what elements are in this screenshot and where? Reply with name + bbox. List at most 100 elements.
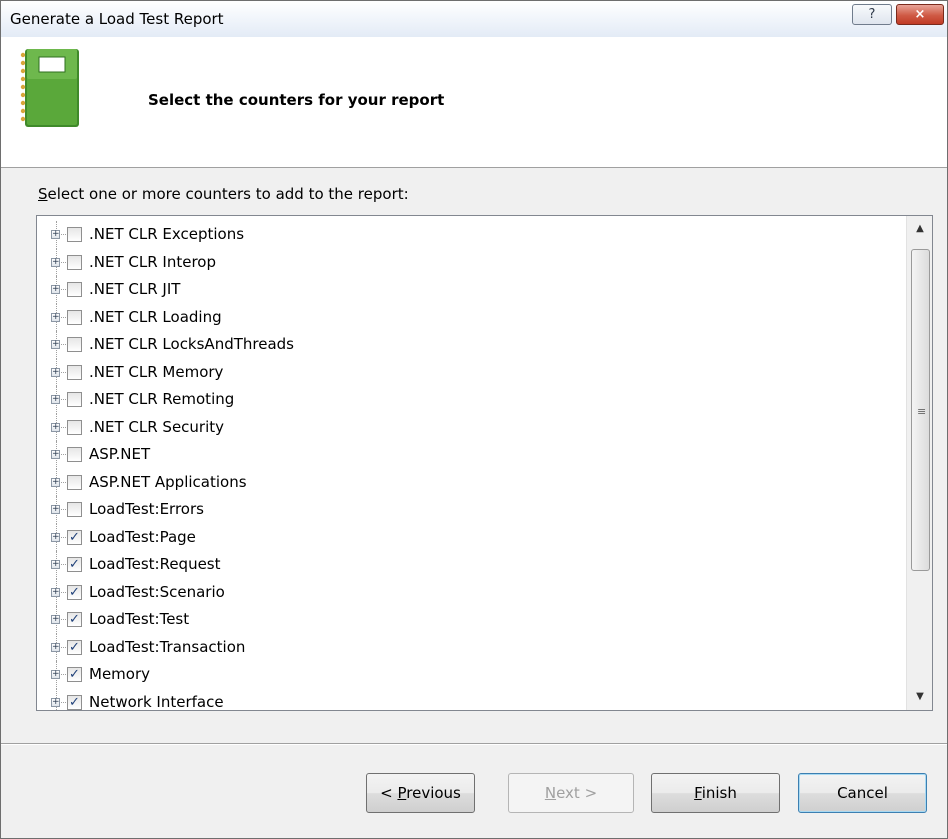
report-book-icon (20, 49, 79, 127)
expand-plus-icon[interactable]: + (51, 367, 60, 377)
expand-plus-icon[interactable]: + (51, 477, 60, 487)
tree-item-label: LoadTest:Request (89, 555, 221, 573)
finish-rest: inish (701, 784, 737, 802)
tree-item[interactable]: + .NET CLR Security (37, 413, 905, 441)
tree-item[interactable]: + .NET CLR Memory (37, 358, 905, 386)
prompt-access-key: S (38, 185, 48, 203)
tree-item[interactable]: + ✓ LoadTest:Request (37, 551, 905, 579)
counter-checkbox[interactable]: ✓ (67, 557, 82, 572)
window-title: Generate a Load Test Report (10, 10, 224, 28)
next-button[interactable]: Next > (508, 773, 634, 813)
previous-prefix: < (380, 784, 398, 802)
tree-item[interactable]: + ✓ Memory (37, 661, 905, 689)
previous-access-key: P (397, 784, 407, 802)
counter-checkbox[interactable] (67, 254, 82, 270)
tree-item-label: LoadTest:Test (89, 610, 190, 628)
expand-plus-icon[interactable]: + (51, 422, 60, 432)
prompt-text: elect one or more counters to add to the… (47, 185, 409, 203)
close-icon: × (914, 7, 926, 22)
tree-item-label: .NET CLR JIT (89, 280, 181, 298)
tree-item-label: .NET CLR Interop (89, 252, 216, 271)
tree-item-label: LoadTest:Errors (89, 500, 204, 518)
vertical-scrollbar[interactable]: ▲ ≡ ▼ (906, 216, 932, 710)
expand-plus-icon[interactable]: + (51, 257, 60, 267)
expand-plus-icon[interactable]: + (51, 230, 60, 239)
tree-item[interactable]: + ✓ LoadTest:Transaction (37, 633, 905, 661)
tree-item-label: .NET CLR Security (89, 417, 225, 436)
tree-item[interactable]: + ✓ LoadTest:Page (37, 523, 905, 551)
expand-plus-icon[interactable]: + (51, 312, 60, 322)
counter-checkbox[interactable]: ✓ (67, 694, 82, 710)
close-button[interactable]: × (896, 4, 944, 25)
finish-access-key: F (694, 784, 702, 802)
scroll-thumb[interactable]: ≡ (911, 249, 930, 571)
counters-prompt-label: Select one or more counters to add to th… (38, 185, 409, 203)
title-bar[interactable]: Generate a Load Test Report ? × (1, 1, 947, 38)
tree-item-label: .NET CLR LocksAndThreads (89, 335, 294, 353)
tree-item[interactable]: + .NET CLR Loading (37, 303, 905, 331)
previous-button[interactable]: < Previous (366, 773, 475, 813)
tree-item-label: .NET CLR Remoting (89, 390, 235, 408)
tree-item[interactable]: + .NET CLR Remoting (37, 386, 905, 414)
tree-item-label: .NET CLR Exceptions (89, 225, 245, 243)
expand-plus-icon[interactable]: + (51, 532, 60, 542)
tree-rows: + .NET CLR Exceptions + .NET CLR Interop + .N… (37, 221, 905, 710)
tree-item[interactable]: + ✓ LoadTest:Scenario (37, 578, 905, 606)
footer-separator (1, 743, 947, 745)
dialog-window: Generate a Load Test Report ? × Select t… (0, 0, 948, 839)
counter-checkbox[interactable] (67, 309, 82, 325)
tree-item[interactable]: + ✓ LoadTest:Test (37, 606, 905, 634)
finish-button[interactable]: Finish (651, 773, 780, 813)
counter-checkbox[interactable] (67, 474, 82, 490)
counter-checkbox[interactable]: ✓ (67, 584, 82, 600)
tree-item[interactable]: + .NET CLR Interop (37, 248, 905, 276)
tree-item-label: LoadTest:Page (89, 527, 196, 546)
tree-item-label: .NET CLR Loading (89, 307, 222, 326)
counter-checkbox[interactable] (67, 447, 82, 462)
help-button[interactable]: ? (852, 4, 892, 25)
wizard-header: Select the counters for your report (1, 37, 947, 168)
next-rest: ext > (556, 784, 598, 802)
tree-item-label: ASP.NET Applications (89, 472, 247, 491)
tree-item[interactable]: + ASP.NET (37, 441, 905, 469)
counter-checkbox[interactable]: ✓ (67, 529, 82, 545)
counter-checkbox[interactable] (67, 227, 82, 242)
counters-tree[interactable]: + .NET CLR Exceptions + .NET CLR Interop + .N… (36, 215, 933, 711)
expand-plus-icon[interactable]: + (51, 587, 60, 597)
expand-plus-icon[interactable]: + (51, 285, 60, 294)
tree-item[interactable]: + ✓ Network Interface (37, 688, 905, 710)
scroll-down-arrow-icon[interactable]: ▼ (907, 686, 932, 708)
counter-checkbox[interactable]: ✓ (67, 612, 82, 627)
counter-checkbox[interactable] (67, 364, 82, 380)
expand-plus-icon[interactable]: + (51, 560, 60, 569)
tree-item[interactable]: + LoadTest:Errors (37, 496, 905, 524)
expand-plus-icon[interactable]: + (51, 670, 60, 679)
tree-item[interactable]: + .NET CLR JIT (37, 276, 905, 304)
expand-plus-icon[interactable]: + (51, 642, 60, 652)
counter-checkbox[interactable]: ✓ (67, 639, 82, 655)
scroll-grip-icon: ≡ (917, 405, 927, 418)
help-icon: ? (868, 7, 876, 22)
cancel-button[interactable]: Cancel (798, 773, 927, 813)
tree-item-label: Memory (89, 665, 151, 683)
counter-checkbox[interactable] (67, 392, 82, 407)
expand-plus-icon[interactable]: + (51, 395, 60, 404)
counter-checkbox[interactable] (67, 502, 82, 517)
expand-plus-icon[interactable]: + (51, 697, 60, 707)
expand-plus-icon[interactable]: + (51, 615, 60, 624)
counter-checkbox[interactable] (67, 337, 82, 352)
counter-checkbox[interactable] (67, 419, 82, 435)
counter-checkbox[interactable]: ✓ (67, 667, 82, 682)
expand-plus-icon[interactable]: + (51, 505, 60, 514)
tree-item[interactable]: + .NET CLR LocksAndThreads (37, 331, 905, 359)
scroll-up-arrow-icon[interactable]: ▲ (907, 218, 932, 240)
counter-checkbox[interactable] (67, 282, 82, 297)
tree-item-label: LoadTest:Scenario (89, 582, 225, 601)
expand-plus-icon[interactable]: + (51, 450, 60, 459)
tree-item-label: .NET CLR Memory (89, 362, 224, 381)
tree-item-label: LoadTest:Transaction (89, 637, 246, 656)
expand-plus-icon[interactable]: + (51, 340, 60, 349)
tree-item[interactable]: + ASP.NET Applications (37, 468, 905, 496)
tree-item[interactable]: + .NET CLR Exceptions (37, 221, 905, 249)
next-access-key: N (544, 784, 557, 802)
